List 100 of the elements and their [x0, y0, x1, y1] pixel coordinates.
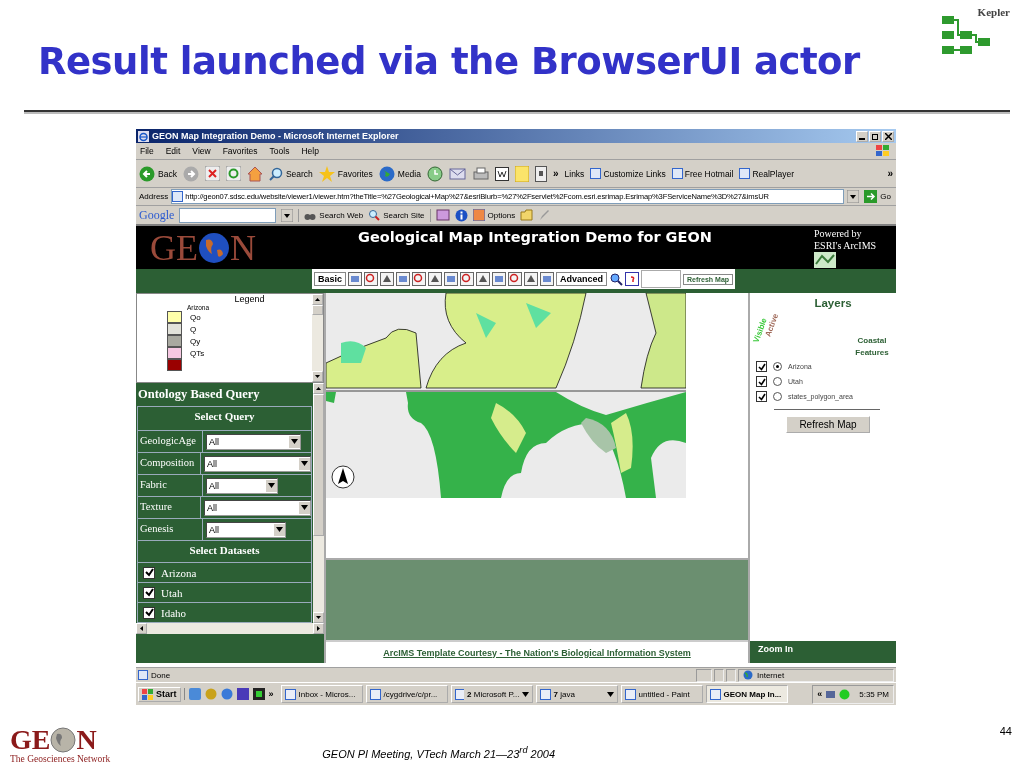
go-button[interactable]: Go [862, 190, 893, 203]
dropdown-arrow-icon[interactable] [281, 208, 294, 222]
footer-text: GEON PI Meeting, VTech March 21—23$^{rd}$ 2004 [322, 745, 555, 760]
home-icon[interactable] [246, 165, 263, 182]
scroll-down-icon[interactable] [316, 616, 321, 619]
tray-chevron[interactable]: « [817, 689, 823, 699]
taskbar-button[interactable]: 2 Microsoft P... [450, 685, 533, 703]
query-icon[interactable] [625, 272, 640, 286]
field-label: Genesis [138, 519, 203, 540]
radio-button[interactable] [773, 362, 782, 371]
dropdown-arrow-icon [276, 527, 283, 532]
checkbox[interactable] [756, 361, 767, 372]
more-chevron[interactable]: » [268, 689, 274, 699]
status-panel [726, 668, 736, 682]
dataset-label: Utah [161, 586, 183, 599]
link-button[interactable]: RealPlayer [739, 168, 794, 179]
menu-item[interactable]: View [192, 146, 211, 156]
dropdown[interactable]: All [206, 521, 286, 538]
terminal-icon[interactable] [252, 688, 265, 700]
dropdown-arrow-icon[interactable] [847, 190, 860, 203]
media-button[interactable]: Media [378, 165, 421, 182]
logo-text: GE [10, 726, 51, 754]
scroll-thumb[interactable] [313, 394, 324, 536]
page-icon [138, 670, 148, 680]
options-button[interactable]: Options [472, 209, 516, 221]
menu-item[interactable]: Help [301, 146, 319, 156]
search-icon[interactable] [609, 272, 624, 286]
refresh-map-button[interactable]: Refresh Map [786, 416, 870, 433]
menu-item[interactable]: Favorites [222, 146, 258, 156]
checkbox[interactable] [143, 586, 155, 599]
maximize-button[interactable] [869, 130, 881, 142]
page-icon [739, 168, 751, 179]
taskbar-button[interactable]: 7 java [535, 685, 618, 703]
checkbox[interactable] [143, 606, 155, 619]
window-title: GEON Map Integration Demo - Microsoft Internet Explorer [152, 131, 400, 141]
scroll-right-icon[interactable] [317, 626, 320, 631]
history-icon[interactable] [426, 165, 443, 182]
checkbox[interactable] [143, 566, 155, 579]
advanced-tab[interactable]: Advanced [556, 272, 608, 286]
browser-icon [138, 130, 149, 142]
dropdown[interactable]: All [206, 433, 301, 450]
dropdown[interactable]: All [206, 477, 278, 494]
browser-icon[interactable] [220, 688, 233, 700]
scroll-left-icon[interactable] [140, 626, 143, 631]
search-web-button[interactable]: Search Web [304, 209, 364, 221]
legend-title: Legend [234, 294, 265, 304]
dropdown-arrow-icon [301, 461, 308, 466]
radio-button[interactable] [773, 377, 782, 386]
basic-tab[interactable]: Basic [314, 272, 347, 286]
link-button[interactable]: Free Hotmail [671, 168, 734, 179]
application-icon[interactable] [236, 688, 249, 700]
dropdown[interactable]: All [204, 499, 311, 516]
link-button[interactable]: Customize Links [590, 168, 666, 179]
taskbar-button[interactable]: /cygdrive/c/pr... [365, 685, 448, 703]
checkbox[interactable] [756, 391, 767, 402]
stop-icon[interactable] [204, 166, 220, 181]
search-site-button[interactable]: Search Site [368, 209, 425, 221]
device-icon[interactable] [534, 165, 547, 182]
start-button[interactable]: Start [138, 686, 181, 702]
page-title: Geological Map Integration Demo for GEON [357, 229, 713, 245]
search-icon [268, 166, 283, 181]
window-icon [454, 688, 465, 700]
logo-text: N [230, 230, 256, 266]
minimize-button[interactable] [856, 130, 868, 142]
word-document-icon[interactable] [494, 166, 509, 181]
scroll-up-icon[interactable] [315, 298, 320, 301]
search-field[interactable] [179, 207, 277, 223]
scrollbar[interactable] [312, 294, 323, 382]
slide-title: Result launched via the BrowserUI actor [38, 40, 860, 83]
taskbar-button[interactable]: Inbox - Micros... [280, 685, 363, 703]
windows-logo-icon [874, 144, 892, 158]
menu-item[interactable]: Tools [269, 146, 290, 156]
back-button[interactable]: Back [139, 165, 177, 182]
radio-button[interactable] [773, 392, 782, 401]
more-chevron[interactable]: » [887, 168, 893, 179]
logo-text: GE [150, 230, 198, 266]
dataset-label: Arizona [161, 566, 197, 579]
credit-link[interactable]: ArcIMS Template Courtesy - The Nation's Biological Information System [383, 647, 691, 658]
dropdown-arrow-icon [301, 505, 308, 510]
refresh-icon[interactable] [225, 166, 241, 181]
window-icon [369, 688, 381, 700]
checkbox[interactable] [756, 376, 767, 387]
close-button[interactable] [882, 130, 894, 142]
mail-icon[interactable] [448, 166, 467, 181]
dropdown[interactable]: All [204, 455, 311, 472]
taskbar-button[interactable]: untitled - Paint [620, 685, 703, 703]
favorites-button[interactable]: Favorites [318, 165, 373, 182]
more-chevron[interactable]: » [552, 168, 559, 179]
taskbar-button[interactable]: GEON Map In... [705, 685, 788, 703]
printer-icon[interactable] [472, 166, 489, 181]
scrollbar[interactable] [313, 383, 324, 623]
scroll-up-icon[interactable] [316, 387, 321, 390]
search-button[interactable]: Search [268, 166, 313, 181]
scroll-down-icon[interactable] [315, 375, 320, 378]
scrollbar[interactable] [136, 623, 324, 634]
menu-item[interactable]: Edit [165, 146, 181, 156]
scroll-thumb[interactable] [312, 305, 323, 315]
google-logo[interactable]: Google [139, 207, 175, 223]
globe-icon [378, 165, 395, 182]
menu-item[interactable]: File [140, 146, 154, 156]
